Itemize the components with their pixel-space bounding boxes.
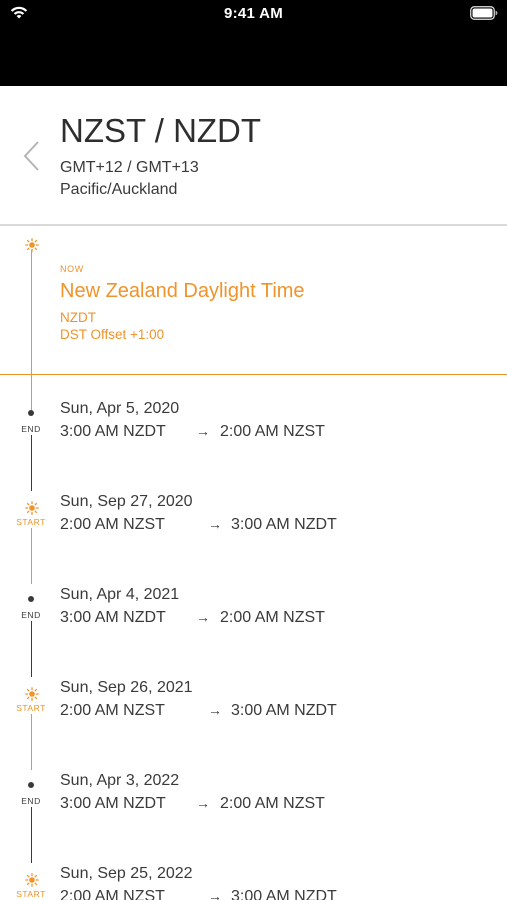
transition-row: START Sun, Sep 25, 2022 2:00 AM NZST → 3…: [0, 863, 507, 900]
transition-from: 3:00 AM NZDT: [60, 609, 166, 626]
transition-from: 3:00 AM NZDT: [60, 795, 166, 812]
sun-icon: [24, 687, 39, 701]
arrow-icon: →: [208, 702, 222, 718]
transition-to: 2:00 AM NZST: [220, 423, 325, 440]
timeline-segment: [30, 621, 32, 677]
transition-type: START: [16, 889, 46, 899]
current-zone-name: New Zealand Daylight Time: [60, 280, 305, 302]
transition-type: END: [21, 610, 41, 620]
sun-icon: [24, 501, 39, 515]
timeline-segment: [30, 435, 32, 491]
status-time: 9:41 AM: [223, 5, 284, 22]
battery-icon: [470, 6, 498, 20]
transition-row: END Sun, Apr 3, 2022 3:00 AM NZDT → 2:00…: [0, 770, 507, 863]
current-abbreviation: NZDT: [60, 310, 96, 325]
sun-icon: [24, 238, 39, 252]
zone-header: NZST / NZDT GMT+12 / GMT+13 Pacific/Auck…: [0, 86, 507, 226]
transition-row: END Sun, Apr 4, 2021 3:00 AM NZDT → 2:00…: [0, 584, 507, 677]
back-chevron-icon[interactable]: [20, 139, 42, 173]
transition-date: Sun, Sep 27, 2020: [60, 493, 193, 510]
arrow-icon: →: [196, 795, 210, 811]
dst-offset: DST Offset +1:00: [60, 327, 165, 342]
transition-to: 3:00 AM NZDT: [231, 702, 337, 719]
sun-icon: [24, 873, 39, 887]
zone-identifier: Pacific/Auckland: [60, 181, 178, 198]
current-period: NOW New Zealand Daylight Time NZDT DST O…: [0, 228, 507, 375]
transition-to: 3:00 AM NZDT: [231, 888, 337, 900]
end-dot-icon: [28, 410, 34, 416]
transition-date: Sun, Apr 3, 2022: [60, 772, 180, 789]
transition-type: END: [21, 796, 41, 806]
transition-row: START Sun, Sep 26, 2021 2:00 AM NZST → 3…: [0, 677, 507, 770]
transition-from: 3:00 AM NZDT: [60, 423, 166, 440]
gmt-offsets: GMT+12 / GMT+13: [60, 159, 199, 176]
transition-date: Sun, Sep 26, 2021: [60, 679, 193, 696]
transition-type: START: [16, 703, 46, 713]
timeline-segment: [30, 528, 32, 584]
timeline-segment: [30, 807, 32, 863]
transition-row: END Sun, Apr 5, 2020 3:00 AM NZDT → 2:00…: [0, 375, 507, 491]
timeline-segment: [30, 714, 32, 770]
timeline-segment: [30, 250, 32, 375]
arrow-icon: →: [196, 609, 210, 625]
transition-from: 2:00 AM NZST: [60, 702, 165, 719]
transition-from: 2:00 AM NZST: [60, 888, 165, 900]
transition-type: END: [21, 424, 41, 434]
transition-from: 2:00 AM NZST: [60, 516, 165, 533]
arrow-icon: →: [208, 888, 222, 900]
transition-type: START: [16, 517, 46, 527]
arrow-icon: →: [208, 516, 222, 532]
transition-date: Sun, Apr 4, 2021: [60, 586, 180, 603]
arrow-icon: →: [196, 423, 210, 439]
transition-row: START Sun, Sep 27, 2020 2:00 AM NZST → 3…: [0, 491, 507, 584]
page-title: NZST / NZDT: [60, 112, 262, 149]
transition-to: 3:00 AM NZDT: [231, 516, 337, 533]
end-dot-icon: [28, 782, 34, 788]
end-dot-icon: [28, 596, 34, 602]
transition-to: 2:00 AM NZST: [220, 609, 325, 626]
transition-to: 2:00 AM NZST: [220, 795, 325, 812]
timeline-segment: [30, 375, 32, 410]
transition-date: Sun, Apr 5, 2020: [60, 400, 180, 417]
now-label: NOW: [60, 264, 84, 274]
transition-date: Sun, Sep 25, 2022: [60, 865, 193, 882]
status-bar: 9:41 AM: [0, 0, 507, 86]
